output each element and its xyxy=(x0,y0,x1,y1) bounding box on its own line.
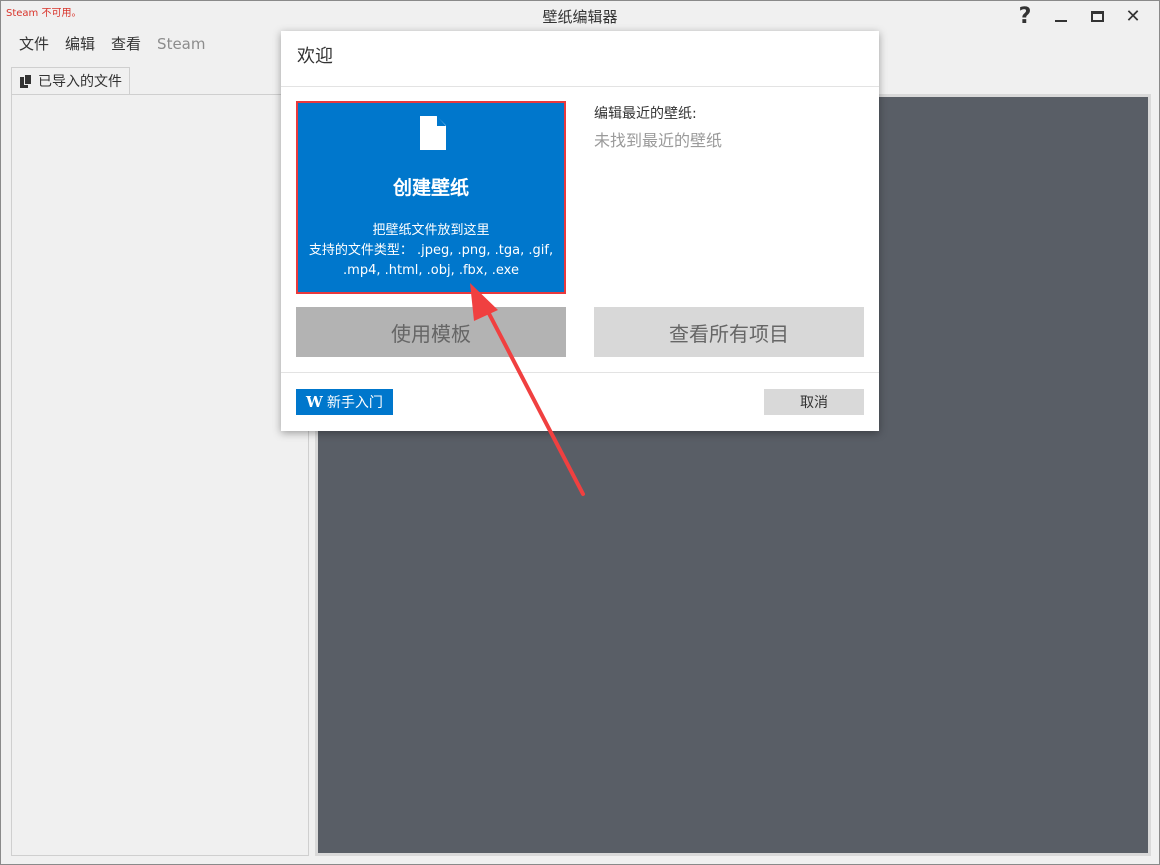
left-tab-bar: 已导入的文件 xyxy=(11,67,130,94)
create-wallpaper-title: 创建壁纸 xyxy=(392,177,469,199)
minimize-icon xyxy=(1055,20,1067,22)
window-title: 壁纸编辑器 xyxy=(542,8,618,26)
getting-started-button[interactable]: W 新手入门 xyxy=(296,389,393,415)
menu-bar: 文件 编辑 查看 Steam xyxy=(11,34,213,54)
tab-imported-files[interactable]: 已导入的文件 xyxy=(11,67,130,94)
menu-view[interactable]: 查看 xyxy=(103,34,149,54)
menu-file[interactable]: 文件 xyxy=(11,34,57,54)
maximize-button[interactable] xyxy=(1079,3,1115,29)
dialog-footer: W 新手入门 取消 xyxy=(281,372,879,431)
menu-edit[interactable]: 编辑 xyxy=(57,34,103,54)
wiki-icon: W xyxy=(306,393,323,411)
getting-started-label: 新手入门 xyxy=(326,395,383,411)
close-button[interactable]: ✕ xyxy=(1115,3,1151,29)
maximize-icon xyxy=(1090,10,1104,22)
view-all-projects-button[interactable]: 查看所有项目 xyxy=(594,307,864,357)
supported-types-line1: 支持的文件类型： .jpeg, .png, .tga, .gif, xyxy=(308,243,554,258)
help-button[interactable]: ? xyxy=(1007,3,1043,29)
window-controls: ? ✕ xyxy=(1007,3,1151,29)
use-template-button[interactable]: 使用模板 xyxy=(296,307,566,357)
imported-files-panel xyxy=(11,94,309,856)
dialog-title: 欢迎 xyxy=(281,31,879,87)
cancel-button[interactable]: 取消 xyxy=(764,389,864,415)
drop-hint: 把壁纸文件放到这里 xyxy=(372,223,490,238)
tab-imported-files-label: 已导入的文件 xyxy=(38,74,122,90)
recent-wallpapers-label: 编辑最近的壁纸: xyxy=(594,106,697,122)
create-wallpaper-dropzone[interactable]: 创建壁纸 把壁纸文件放到这里 支持的文件类型： .jpeg, .png, .tg… xyxy=(296,101,566,294)
file-icon-fold xyxy=(437,116,446,126)
minimize-button[interactable] xyxy=(1043,3,1079,29)
file-icon xyxy=(420,116,446,150)
recent-wallpapers-empty: 未找到最近的壁纸 xyxy=(594,131,723,150)
menu-steam[interactable]: Steam xyxy=(149,34,213,54)
welcome-dialog: 欢迎 创建壁纸 把壁纸文件放到这里 支持的文件类型： .jpeg, .png, … xyxy=(281,31,879,431)
files-icon xyxy=(20,74,32,88)
supported-types-line2: .mp4, .html, .obj, .fbx, .exe xyxy=(343,263,519,278)
